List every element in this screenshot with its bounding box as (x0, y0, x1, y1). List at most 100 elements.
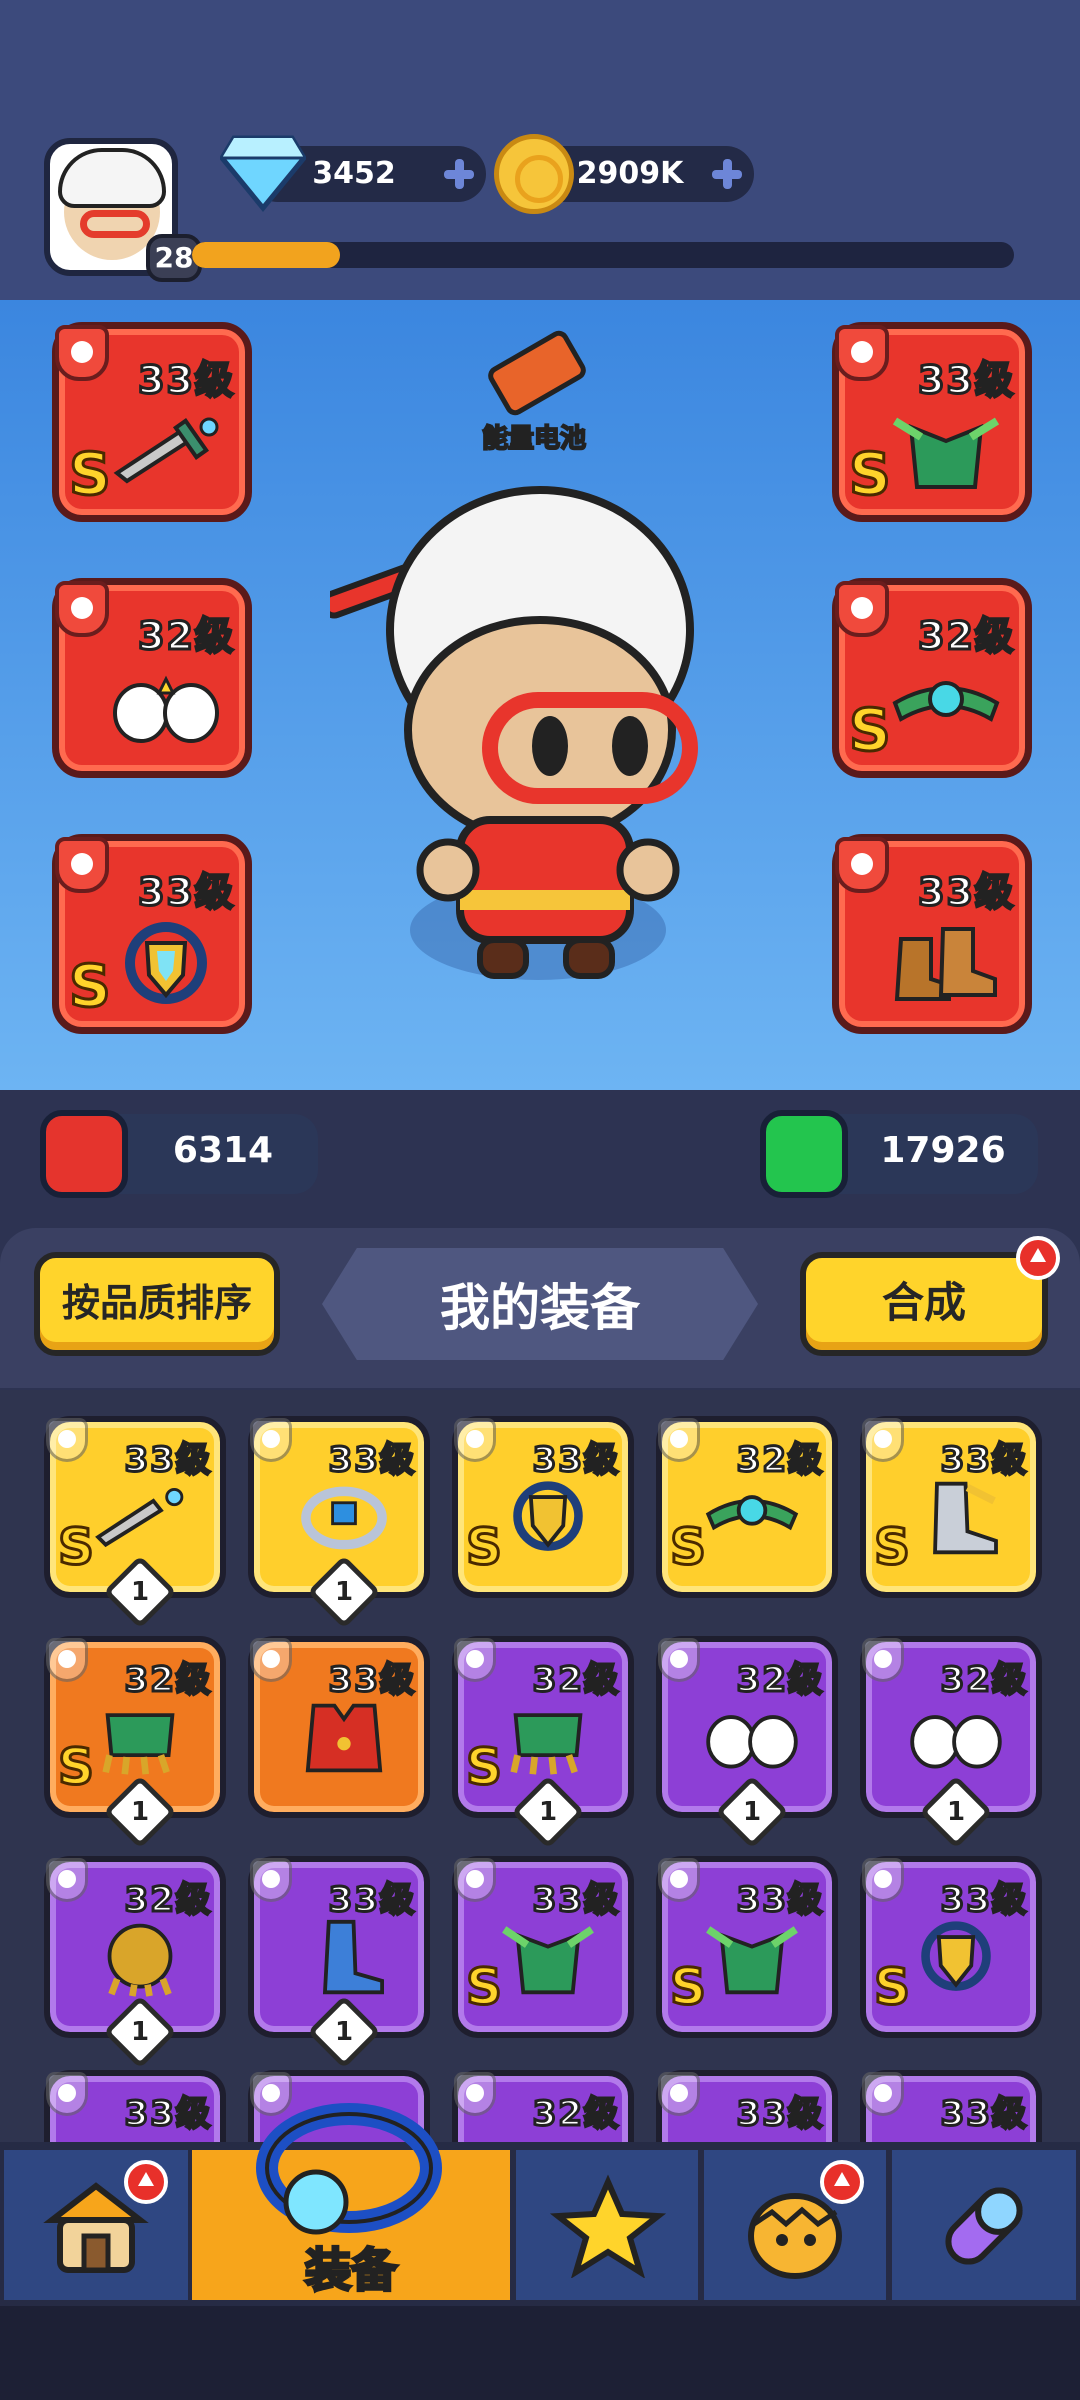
grade-letter: S (464, 1518, 503, 1576)
add-gems-button[interactable] (438, 153, 480, 195)
coin-icon (494, 134, 574, 214)
item-level: 32级 (123, 1659, 212, 1702)
capsule-icon (945, 2187, 1023, 2265)
equipment-ring-icon (256, 2103, 442, 2235)
energy-battery-slot[interactable]: 能量电池 (464, 326, 604, 455)
slot-level: 33级 (917, 357, 1015, 404)
inventory-item-card[interactable]: 33级 1 (248, 1416, 430, 1629)
item-level: 32级 (531, 2093, 620, 2136)
inventory-item-card[interactable]: 33级 S 1 (44, 1416, 226, 1629)
inventory-item-card[interactable]: 33级 S (452, 1416, 634, 1598)
vest-icon (305, 1703, 383, 1773)
item-count: 1 (334, 1577, 354, 1607)
belt-icon (892, 681, 1000, 722)
equip-slot-armor[interactable]: 33级 S (832, 322, 1032, 522)
grade-letter: S (872, 1958, 911, 2016)
merge-alert-icon (1016, 1236, 1060, 1280)
inventory-item-card[interactable]: 33级 1 (248, 1856, 430, 2069)
item-type-icon (250, 1638, 292, 1682)
diamond-icon (220, 135, 306, 212)
hp-value: 17926 (880, 1130, 1006, 1171)
item-count: 1 (130, 2017, 150, 2047)
item-type-icon (658, 2072, 700, 2116)
leaf-armor-icon (892, 417, 1000, 489)
shield-ring-icon (513, 1481, 583, 1551)
inventory-item-card[interactable]: 33级 S (452, 1856, 634, 2038)
heart-icon (760, 1110, 848, 1198)
item-type-icon (46, 1858, 88, 1902)
nav-shop[interactable] (4, 2150, 188, 2300)
item-level: 33级 (531, 1439, 620, 1482)
item-type-icon (454, 1418, 496, 1462)
grade-letter: S (668, 1958, 707, 2016)
inventory-item-card[interactable]: 32级 1 (656, 1636, 838, 1849)
item-count: 1 (946, 1797, 966, 1827)
armor-slot-icon (835, 325, 889, 381)
item-level: 32级 (939, 1659, 1028, 1702)
grade-letter: S (68, 440, 113, 508)
item-type-icon (658, 1418, 700, 1462)
merge-button[interactable]: 合成 (800, 1252, 1048, 1356)
item-type-icon (862, 1418, 904, 1462)
slot-level: 33级 (137, 357, 235, 404)
item-level: 33级 (327, 1659, 416, 1702)
gloves-slot-icon (55, 581, 109, 637)
equip-slot-ring[interactable]: 33级 S (52, 834, 252, 1034)
nav-items[interactable] (892, 2150, 1076, 2300)
inventory-item-card[interactable]: 32级 1 (44, 1856, 226, 2069)
inventory-item-card[interactable]: 33级 S (860, 1416, 1042, 1598)
attack-value: 6314 (172, 1130, 274, 1171)
item-count: 1 (130, 1797, 150, 1827)
leaf-armor-icon (502, 1926, 594, 1995)
grade-letter: S (464, 1958, 503, 2016)
item-type-icon (862, 1858, 904, 1902)
item-type-icon (46, 2072, 88, 2116)
inventory-item-card[interactable]: 33级 S (656, 1856, 838, 2038)
inventory-item-card[interactable]: 32级 S 1 (452, 1636, 634, 1849)
equip-slot-gloves[interactable]: 32级 (52, 578, 252, 778)
inventory-title: 我的装备 (440, 1279, 640, 1337)
item-type-icon (46, 1418, 88, 1462)
avatar-glasses (80, 210, 150, 238)
nav-equipment[interactable]: 装备 (192, 2103, 510, 2300)
item-level: 33级 (939, 1439, 1028, 1482)
grade-letter: S (848, 440, 893, 508)
equip-slot-boots[interactable]: 33级 (832, 834, 1032, 1034)
belt-slot-icon (835, 581, 889, 637)
inventory-item-card[interactable]: 32级 S (656, 1416, 838, 1598)
add-coins-button[interactable] (706, 153, 748, 195)
inventory-item-card[interactable]: 32级 1 (860, 1636, 1042, 1849)
inventory-item-card[interactable]: 32级 S 1 (44, 1636, 226, 1849)
star-guns-icon (549, 2174, 667, 2278)
dagger-icon (113, 417, 219, 484)
sort-by-quality-button[interactable]: 按品质排序 (34, 1252, 280, 1356)
claw-gloves-icon (102, 1713, 175, 1775)
nav-pets[interactable] (704, 2150, 886, 2300)
item-level: 33级 (123, 2093, 212, 2136)
slot-level: 32级 (137, 613, 235, 660)
battery-icon (484, 327, 590, 419)
slot-level: 33级 (917, 869, 1015, 916)
dagger-icon (95, 1488, 184, 1548)
shield-ring-icon (921, 1921, 991, 1991)
item-level: 33级 (531, 1879, 620, 1922)
item-type-icon (862, 1638, 904, 1682)
leaf-armor-icon (706, 1926, 798, 1995)
grade-letter: S (668, 1518, 707, 1576)
item-type-icon (658, 1858, 700, 1902)
weapon-slot-icon (55, 325, 109, 381)
inventory-item-card[interactable]: 33级 (248, 1636, 430, 1818)
equip-slot-belt[interactable]: 32级 S (832, 578, 1032, 778)
item-type-icon (454, 1638, 496, 1682)
battery-label: 能量电池 (481, 423, 587, 455)
system-bar (0, 2306, 1080, 2400)
slot-level: 33级 (137, 869, 235, 916)
item-type-icon (454, 1858, 496, 1902)
inventory-item-card[interactable]: 33级 S (860, 1856, 1042, 2038)
gold-gloves-icon (107, 1923, 173, 1997)
blue-boots-icon (322, 1919, 384, 1995)
item-type-icon (46, 1638, 88, 1682)
equip-slot-weapon[interactable]: 33级 S (52, 322, 252, 522)
slot-level: 32级 (917, 613, 1015, 660)
nav-weapons[interactable] (516, 2150, 698, 2300)
